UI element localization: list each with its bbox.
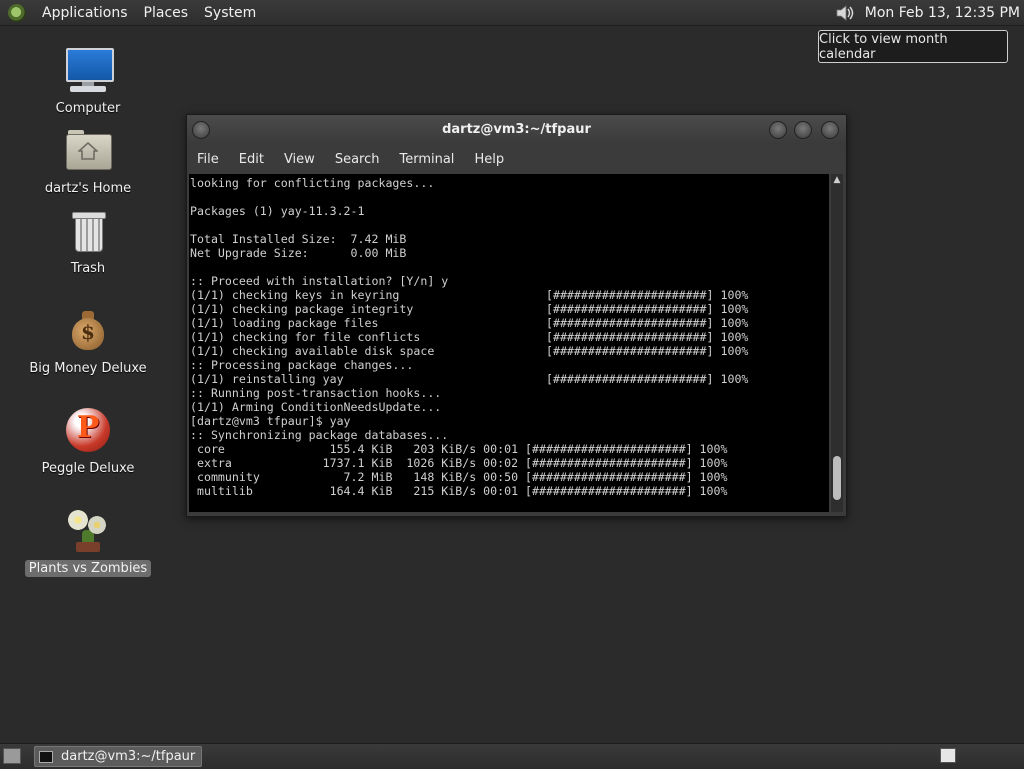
bottom-panel: dartz@vm3:~/tfpaur — [0, 743, 1024, 769]
terminal-line: extra 1737.1 KiB 1026 KiB/s 00:02 [#####… — [190, 456, 728, 470]
terminal-menubar: File Edit View Search Terminal Help — [187, 147, 846, 171]
terminal-line: :: Running post-transaction hooks... — [190, 386, 442, 400]
desktop-icon-peggle[interactable]: P Peggle Deluxe — [18, 406, 158, 477]
desktop-icon-label: dartz's Home — [44, 181, 132, 196]
terminal-line: (1/1) checking available disk space [###… — [190, 344, 749, 358]
terminal-line: (1/1) checking package integrity [######… — [190, 302, 749, 316]
maximize-icon[interactable] — [794, 121, 812, 139]
terminal-window[interactable]: dartz@vm3:~/tfpaur File Edit View Search… — [186, 114, 847, 517]
terminal-line: community 7.2 MiB 148 KiB/s 00:50 [#####… — [190, 470, 728, 484]
volume-icon[interactable] — [835, 4, 857, 22]
peggle-icon: P — [64, 406, 112, 454]
desktop-icon-home[interactable]: dartz's Home — [18, 126, 158, 197]
taskbar-window-label: dartz@vm3:~/tfpaur — [61, 749, 196, 764]
trash-icon — [64, 206, 112, 254]
desktop-icon-label: Trash — [70, 261, 106, 276]
terminal-output[interactable]: looking for conflicting packages... Pack… — [189, 174, 829, 512]
desktop-icon-label: Big Money Deluxe — [29, 361, 147, 376]
menu-search[interactable]: Search — [325, 152, 390, 167]
show-desktop-icon[interactable] — [3, 748, 21, 764]
desktop-icon-label: Peggle Deluxe — [41, 461, 135, 476]
terminal-line: Packages (1) yay-11.3.2-1 — [190, 204, 365, 218]
window-titlebar[interactable]: dartz@vm3:~/tfpaur — [187, 115, 846, 145]
terminal-line: (1/1) loading package files [###########… — [190, 316, 749, 330]
menu-view[interactable]: View — [274, 152, 325, 167]
terminal-icon — [39, 750, 53, 763]
terminal-line: multilib 164.4 KiB 215 KiB/s 00:01 [####… — [190, 484, 728, 498]
taskbar-window-button[interactable]: dartz@vm3:~/tfpaur — [34, 746, 202, 767]
places-menu[interactable]: Places — [136, 5, 197, 21]
desktop-icon-trash[interactable]: Trash — [18, 206, 158, 277]
desktop-icon-label: Plants vs Zombies — [24, 560, 152, 577]
terminal-line: Total Installed Size: 7.42 MiB — [190, 232, 407, 246]
terminal-line: (1/1) Arming ConditionNeedsUpdate... — [190, 400, 442, 414]
terminal-text: looking for conflicting packages... Pack… — [189, 174, 829, 498]
window-title: dartz@vm3:~/tfpaur — [442, 122, 591, 137]
terminal-line: (1/1) checking for file conflicts [#####… — [190, 330, 749, 344]
workspace-switcher[interactable] — [940, 748, 956, 763]
plants-vs-zombies-icon — [64, 506, 112, 554]
desktop-icon-big-money[interactable]: $ Big Money Deluxe — [18, 306, 158, 377]
menu-terminal[interactable]: Terminal — [389, 152, 464, 167]
minimize-icon[interactable] — [769, 121, 787, 139]
terminal-line: core 155.4 KiB 203 KiB/s 00:01 [########… — [190, 442, 728, 456]
menu-edit[interactable]: Edit — [229, 152, 274, 167]
desktop-icon-computer[interactable]: Computer — [18, 46, 158, 117]
money-bag-icon: $ — [64, 306, 112, 354]
terminal-line: :: Processing package changes... — [190, 358, 414, 372]
menu-help[interactable]: Help — [464, 152, 514, 167]
terminal-scrollbar[interactable]: ▲ — [831, 174, 843, 512]
terminal-line: :: Synchronizing package databases... — [190, 428, 449, 442]
top-panel: Applications Places System Mon Feb 13, 1… — [0, 0, 1024, 26]
computer-icon — [64, 46, 114, 94]
terminal-line: Net Upgrade Size: 0.00 MiB — [190, 246, 407, 260]
terminal-line: [dartz@vm3 tfpaur]$ yay — [190, 414, 351, 428]
scrollbar-thumb[interactable] — [833, 456, 841, 500]
clock[interactable]: Mon Feb 13, 12:35 PM — [865, 5, 1020, 21]
terminal-line: :: Proceed with installation? [Y/n] y — [190, 274, 449, 288]
desktop-icon-label: Computer — [55, 101, 121, 116]
scroll-up-icon[interactable]: ▲ — [831, 174, 843, 186]
distro-logo-icon[interactable] — [8, 3, 26, 22]
terminal-line: looking for conflicting packages... — [190, 176, 435, 190]
terminal-line: (1/1) checking keys in keyring [########… — [190, 288, 749, 302]
system-menu[interactable]: System — [196, 5, 264, 21]
close-icon[interactable] — [821, 121, 839, 139]
applications-menu[interactable]: Applications — [34, 5, 136, 21]
calendar-tooltip: Click to view month calendar — [818, 30, 1008, 63]
menu-file[interactable]: File — [187, 152, 229, 167]
desktop-icon-plants-vs-zombies[interactable]: Plants vs Zombies — [18, 506, 158, 577]
terminal-line: (1/1) reinstalling yay [################… — [190, 372, 749, 386]
home-folder-icon — [64, 126, 112, 174]
